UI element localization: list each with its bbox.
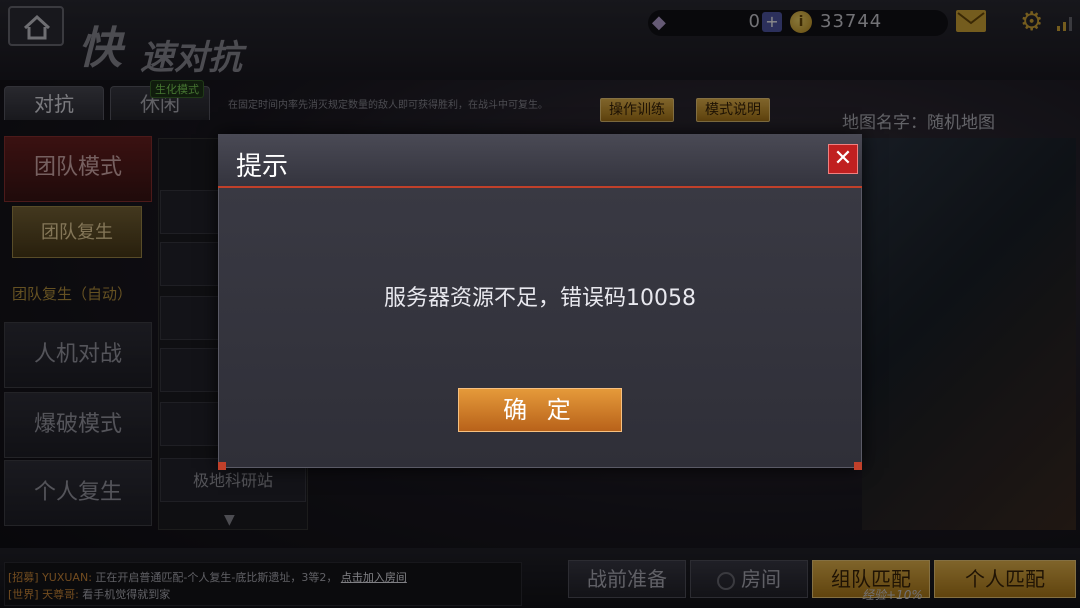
dialog-corner-decoration bbox=[854, 462, 862, 470]
dialog-header bbox=[218, 134, 862, 188]
dialog-message: 服务器资源不足，错误码10058 bbox=[384, 286, 696, 311]
close-icon[interactable]: ✕ bbox=[828, 144, 858, 174]
confirm-button[interactable]: 确 定 bbox=[458, 388, 622, 432]
dialog-title: 提示 bbox=[236, 152, 289, 182]
dialog-corner-decoration bbox=[218, 462, 226, 470]
